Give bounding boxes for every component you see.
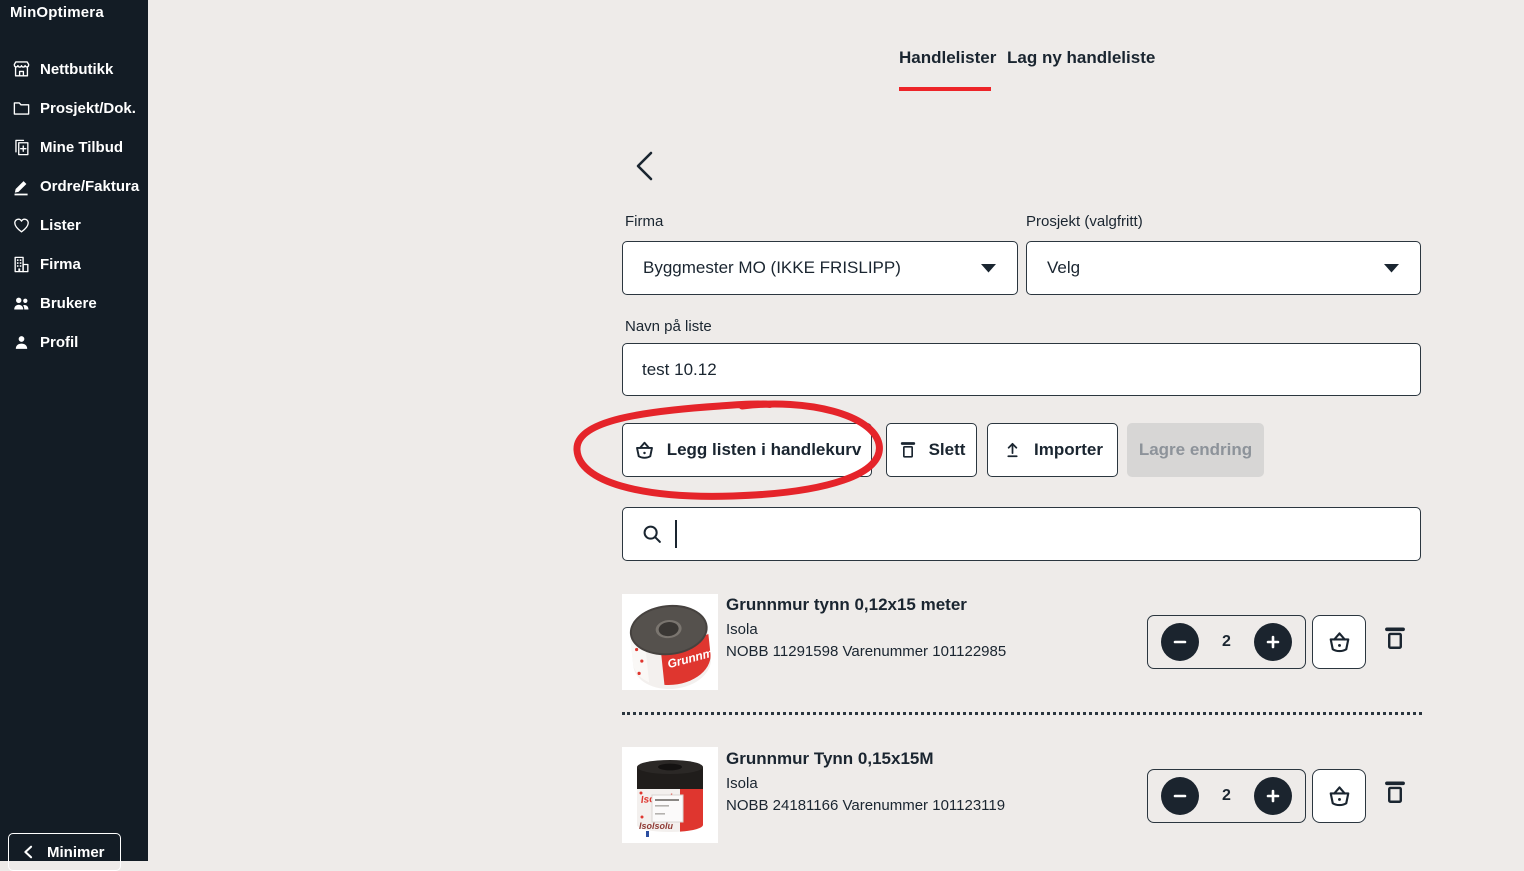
import-label: Importer: [1034, 440, 1103, 460]
sidebar-item-label: Nettbutikk: [40, 61, 113, 78]
chevron-down-icon: [1383, 263, 1400, 273]
product-image: Isolsola Isolsolu: [622, 747, 718, 843]
delete-list-label: Slett: [929, 440, 966, 460]
tab-lag-ny-handleliste[interactable]: Lag ny handleliste: [1007, 48, 1155, 68]
sidebar-item-label: Lister: [40, 217, 81, 234]
list-name-field-box: [622, 343, 1421, 396]
add-list-to-cart-button[interactable]: Legg listen i handlekurv: [622, 423, 872, 477]
quantity-value: 2: [1222, 787, 1231, 805]
prosjekt-select-value: Velg: [1047, 258, 1080, 278]
remove-item-button[interactable]: [1381, 624, 1409, 654]
users-icon: [12, 294, 31, 313]
trash-icon: [1381, 624, 1409, 654]
sidebar-item-label: Mine Tilbud: [40, 139, 123, 156]
add-list-to-cart-label: Legg listen i handlekurv: [667, 440, 862, 460]
user-icon: [12, 333, 31, 352]
product-brand: Isola: [726, 775, 758, 792]
minimize-sidebar-button[interactable]: Minimer: [8, 833, 121, 871]
sidebar-item-label: Ordre/Faktura: [40, 178, 139, 195]
product-title: Grunnmur tynn 0,12x15 meter: [726, 595, 967, 615]
product-image: Grunnmur: [622, 594, 718, 690]
firma-select-value: Byggmester MO (IKKE FRISLIPP): [643, 258, 901, 278]
minus-icon: [1172, 788, 1188, 804]
sidebar-item-label: Firma: [40, 256, 81, 273]
sidebar-item-prosjekt-dok[interactable]: Prosjekt/Dok.: [0, 89, 148, 128]
import-button[interactable]: Importer: [987, 423, 1118, 477]
heart-icon: [12, 216, 31, 235]
plus-icon: [1265, 788, 1281, 804]
sidebar-item-label: Brukere: [40, 295, 97, 312]
add-item-to-cart-button[interactable]: [1312, 769, 1366, 823]
sidebar-item-label: Profil: [40, 334, 78, 351]
sidebar-item-label: Prosjekt/Dok.: [40, 100, 136, 117]
list-name-input[interactable]: [623, 344, 1420, 395]
product-meta: NOBB 11291598 Varenummer 101122985: [726, 643, 1006, 660]
folder-icon: [12, 99, 31, 118]
chevron-left-icon: [630, 149, 660, 183]
product-title: Grunnmur Tynn 0,15x15M: [726, 749, 934, 769]
quantity-stepper: 2: [1147, 615, 1306, 669]
trash-icon: [1381, 778, 1409, 808]
plus-icon: [1265, 634, 1281, 650]
upload-icon: [1002, 440, 1023, 461]
tab-handlelister[interactable]: Handlelister: [899, 48, 996, 68]
prosjekt-label: Prosjekt (valgfritt): [1026, 213, 1143, 230]
app-title: MinOptimera: [10, 4, 104, 21]
firma-label: Firma: [625, 213, 663, 230]
storefront-icon: [12, 60, 31, 79]
sidebar-item-nettbutikk[interactable]: Nettbutikk: [0, 50, 148, 89]
sidebar-item-profil[interactable]: Profil: [0, 323, 148, 362]
sidebar-item-brukere[interactable]: Brukere: [0, 284, 148, 323]
pencil-icon: [12, 177, 31, 196]
search-icon: [641, 523, 663, 545]
product-meta: NOBB 24181166 Varenummer 101123119: [726, 797, 1005, 814]
basket-icon: [633, 439, 656, 462]
basket-icon: [1326, 629, 1353, 656]
minus-icon: [1172, 634, 1188, 650]
product-search-input[interactable]: [677, 508, 1420, 560]
basket-icon: [1326, 783, 1353, 810]
back-button[interactable]: [630, 149, 660, 183]
prosjekt-select[interactable]: Velg: [1026, 241, 1421, 295]
product-search-box: [622, 507, 1421, 561]
quantity-stepper: 2: [1147, 769, 1306, 823]
building-icon: [12, 255, 31, 274]
decrease-quantity-button[interactable]: [1161, 623, 1199, 661]
sidebar: MinOptimera Nettbutikk Prosjekt/Dok. Min…: [0, 0, 148, 861]
save-change-label: Lagre endring: [1139, 440, 1252, 460]
save-change-button[interactable]: Lagre endring: [1127, 423, 1264, 477]
sidebar-item-lister[interactable]: Lister: [0, 206, 148, 245]
product-brand: Isola: [726, 621, 758, 638]
trash-icon: [898, 439, 918, 462]
delete-list-button[interactable]: Slett: [886, 423, 977, 477]
quantity-value: 2: [1222, 633, 1231, 651]
sidebar-item-mine-tilbud[interactable]: Mine Tilbud: [0, 128, 148, 167]
firma-select[interactable]: Byggmester MO (IKKE FRISLIPP): [622, 241, 1018, 295]
increase-quantity-button[interactable]: [1254, 777, 1292, 815]
document-plus-icon: [12, 138, 31, 157]
row-divider: [622, 712, 1422, 715]
increase-quantity-button[interactable]: [1254, 623, 1292, 661]
decrease-quantity-button[interactable]: [1161, 777, 1199, 815]
remove-item-button[interactable]: [1381, 778, 1409, 808]
active-tab-underline: [899, 87, 991, 91]
minimize-label: Minimer: [47, 844, 105, 861]
sidebar-nav: Nettbutikk Prosjekt/Dok. Mine Tilbud Ord…: [0, 50, 148, 362]
sidebar-item-firma[interactable]: Firma: [0, 245, 148, 284]
sidebar-item-ordre-faktura[interactable]: Ordre/Faktura: [0, 167, 148, 206]
chevron-down-icon: [980, 263, 997, 273]
svg-text:Isolsolu: Isolsolu: [639, 821, 674, 831]
chevron-left-icon: [22, 845, 34, 859]
list-name-label: Navn på liste: [625, 318, 712, 335]
add-item-to-cart-button[interactable]: [1312, 615, 1366, 669]
